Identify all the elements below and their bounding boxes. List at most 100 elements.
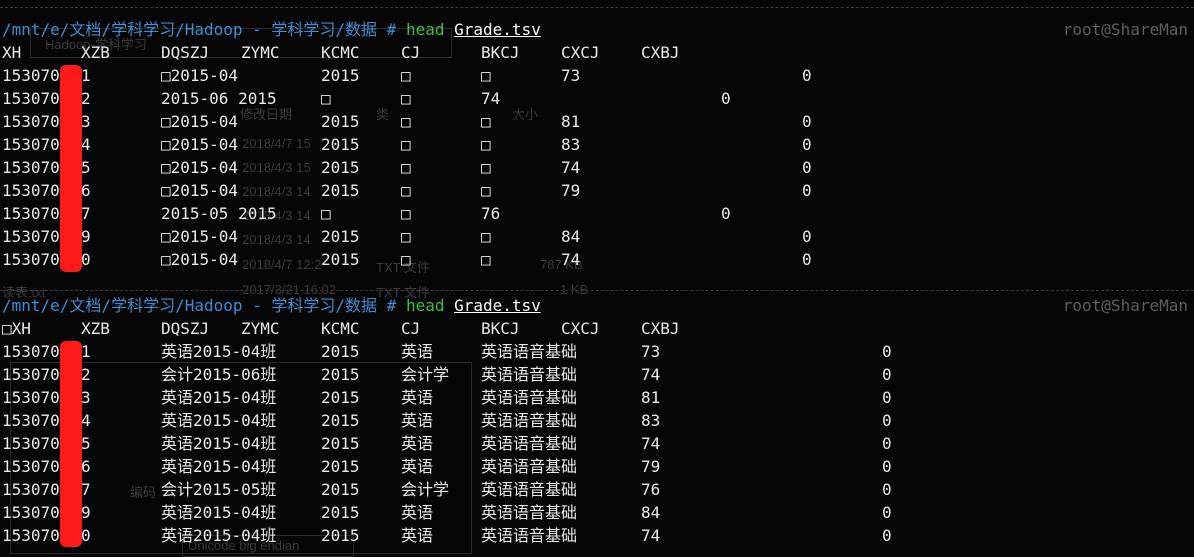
- table-cell: 73: [561, 66, 581, 85]
- column-header: XH: [2, 43, 22, 62]
- table-cell: 79: [641, 457, 661, 476]
- table-row: 153070 7 会计2015-05班 2015 会计学 英语语音基础 76 0: [0, 478, 1194, 501]
- table-row: 153070 0 英语2015-04班 2015 英语 英语语音基础 74 0: [0, 524, 1194, 547]
- table-cell: 153070: [2, 227, 60, 246]
- table-cell: □: [401, 112, 411, 131]
- table-cell: 英语2015-04班: [161, 411, 277, 430]
- table-cell: 74: [641, 526, 661, 545]
- table-cell: 英语: [401, 411, 434, 430]
- table-header-row: □XH XZB DQSZJ ZYMC KCMC CJ BKCJ CXCJ CXBJ: [0, 317, 1194, 340]
- table-header-row: XH XZB DQSZJ ZYMC KCMC CJ BKCJ CXCJ CXBJ: [0, 41, 1194, 64]
- table-cell: □: [481, 250, 491, 269]
- table-row: 153070 4 英语2015-04班 2015 英语 英语语音基础 83 0: [0, 409, 1194, 432]
- table-cell: 3: [81, 112, 91, 131]
- table-cell: 0: [802, 227, 812, 246]
- redaction-mark: [60, 65, 82, 272]
- table-cell: 83: [561, 135, 581, 154]
- table-cell: □: [481, 158, 491, 177]
- table-cell: 英语语音基础: [481, 457, 578, 476]
- table-cell: 153070: [2, 66, 60, 85]
- host-label: root@ShareMan: [1062, 20, 1188, 39]
- table-cell: 2015: [321, 526, 360, 545]
- table-row: 153070 9 英语2015-04班 2015 英语 英语语音基础 84 0: [0, 501, 1194, 524]
- table-cell: 会计学: [401, 480, 450, 499]
- table-cell: 153070: [2, 457, 60, 476]
- divider: [0, 7, 1194, 8]
- table-cell: 英语2015-04班: [161, 457, 277, 476]
- table-cell: 7: [81, 480, 91, 499]
- table-cell: 74: [561, 250, 581, 269]
- table-cell: 81: [561, 112, 581, 131]
- table-row: 153070 7 2015-05 2015 □ □ 76 0: [0, 202, 1194, 225]
- table-cell: 0: [802, 250, 812, 269]
- table-cell: 0: [721, 204, 731, 223]
- column-header: DQSZJ: [161, 319, 210, 338]
- table-row: 153070 5 英语2015-04班 2015 英语 英语语音基础 74 0: [0, 432, 1194, 455]
- table-cell: 会计学: [401, 365, 450, 384]
- column-header: DQSZJ: [161, 43, 210, 62]
- table-row: 153070 5 □2015-04 2015 □ □ 74 0: [0, 156, 1194, 179]
- table-cell: 2: [81, 365, 91, 384]
- table-cell: 153070: [2, 480, 60, 499]
- table-cell: 6: [81, 181, 91, 200]
- table-cell: 0: [802, 181, 812, 200]
- table-cell: 2015: [321, 503, 360, 522]
- table-cell: 1: [81, 66, 91, 85]
- table-cell: □: [321, 204, 331, 223]
- table-cell: 74: [641, 434, 661, 453]
- table-cell: 2015: [321, 457, 360, 476]
- table-cell: □2015-04: [161, 135, 239, 154]
- column-header: BKCJ: [481, 43, 520, 62]
- column-header: ZYMC: [241, 319, 280, 338]
- table-cell: 84: [561, 227, 581, 246]
- table-cell: 英语语音基础: [481, 526, 578, 545]
- table-cell: □: [321, 89, 331, 108]
- redaction-mark: [60, 341, 82, 547]
- table-cell: □2015-04: [161, 112, 239, 131]
- table-cell: 英语: [401, 457, 434, 476]
- table-cell: □: [481, 135, 491, 154]
- table-cell: 74: [641, 365, 661, 384]
- table-cell: 英语2015-04班: [161, 503, 277, 522]
- table-cell: 9: [81, 227, 91, 246]
- table-cell: □: [401, 250, 411, 269]
- table-cell: 英语语音基础: [481, 388, 578, 407]
- prompt-path: /mnt/e/文档/学科学习/Hadoop - 学科学习/数据: [2, 296, 378, 315]
- column-header: CXBJ: [641, 43, 680, 62]
- table-cell: 153070: [2, 204, 60, 223]
- column-header: ZYMC: [241, 43, 280, 62]
- table-cell: □2015-04: [161, 227, 239, 246]
- table-cell: 2015: [321, 480, 360, 499]
- table-cell: 4: [81, 411, 91, 430]
- table-row: 153070 1 □2015-04 2015 □ □ 73 0: [0, 64, 1194, 87]
- table-cell: 英语: [401, 388, 434, 407]
- table-cell: 2015-05 2015: [161, 204, 277, 223]
- table-cell: 79: [561, 181, 581, 200]
- table-cell: 会计2015-06班: [161, 365, 277, 384]
- table-cell: 153070: [2, 526, 60, 545]
- table-cell: 153070: [2, 250, 60, 269]
- table-cell: 84: [641, 503, 661, 522]
- table-cell: 0: [802, 112, 812, 131]
- command-name: head: [405, 296, 445, 315]
- table-cell: □: [401, 158, 411, 177]
- table-cell: 英语语音基础: [481, 503, 578, 522]
- table-cell: 153070: [2, 112, 60, 131]
- table-cell: □2015-04: [161, 181, 239, 200]
- table-cell: 英语: [401, 526, 434, 545]
- prompt-path: /mnt/e/文档/学科学习/Hadoop - 学科学习/数据: [2, 20, 378, 39]
- column-header: □XH: [2, 319, 31, 338]
- table-cell: 0: [721, 89, 731, 108]
- table-cell: □: [481, 112, 491, 131]
- table-cell: 0: [882, 434, 892, 453]
- table-cell: □: [401, 204, 411, 223]
- terminal-window[interactable]: Hadoop-学科学习 修改日期 类 大小 2018/4/7 15 2018/4…: [0, 0, 1194, 557]
- table-cell: 英语语音基础: [481, 342, 578, 361]
- table-cell: 153070: [2, 503, 60, 522]
- table-cell: 153070: [2, 434, 60, 453]
- prompt-line: /mnt/e/文档/学科学习/Hadoop - 学科学习/数据 # head G…: [2, 18, 1192, 41]
- table-cell: 81: [641, 388, 661, 407]
- table-cell: 英语: [401, 342, 434, 361]
- column-header: XZB: [81, 43, 110, 62]
- table-cell: 英语: [401, 503, 434, 522]
